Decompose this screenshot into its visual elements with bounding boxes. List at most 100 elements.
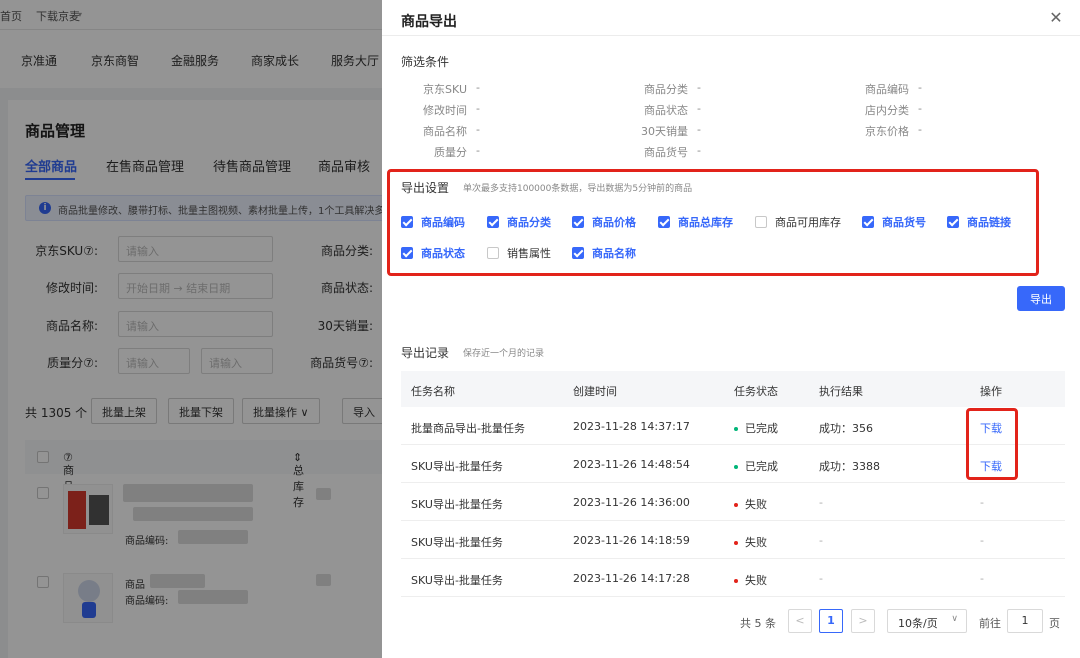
task-result: - [819, 572, 823, 585]
fc-value-sku: - [476, 81, 480, 94]
task-time: 2023-11-26 14:17:28 [573, 572, 690, 585]
checkbox[interactable] [401, 216, 413, 228]
option-label: 商品状态 [421, 247, 465, 260]
fc-value-price: - [918, 123, 922, 136]
task-result: 成功：3388 [819, 460, 880, 473]
option-label: 商品名称 [592, 247, 636, 260]
fc-value-code: - [918, 81, 922, 94]
col-created-time: 创建时间 [573, 385, 617, 398]
fc-label-quality: 质量分 [434, 146, 467, 159]
option-goods-no[interactable]: 商品货号 [862, 214, 926, 230]
task-status-text: 已完成 [745, 422, 778, 435]
highlight-download-links [966, 408, 1018, 480]
checkbox[interactable] [572, 247, 584, 259]
task-name: SKU导出-批量任务 [411, 460, 503, 473]
fc-value-category: - [697, 81, 701, 94]
task-status: 失败 [734, 534, 767, 550]
page-1-button[interactable]: 1 [819, 609, 843, 633]
task-time: 2023-11-26 14:36:00 [573, 496, 690, 509]
drawer-header: 商品导出 ✕ [382, 0, 1080, 36]
drawer-title: 商品导出 [401, 14, 457, 30]
option-available-stock[interactable]: 商品可用库存 [755, 214, 841, 230]
option-label: 商品可用库存 [775, 216, 841, 229]
checkbox[interactable] [947, 216, 959, 228]
fc-value-name: - [476, 123, 480, 136]
fc-value-mtime: - [476, 102, 480, 115]
records-table-header: 任务名称 创建时间 任务状态 执行结果 操作 [401, 371, 1065, 407]
task-status-text: 已完成 [745, 460, 778, 473]
option-product-link[interactable]: 商品链接 [947, 214, 1011, 230]
fc-value-status: - [697, 102, 701, 115]
task-action: - [980, 496, 984, 509]
option-product-code[interactable]: 商品编码 [401, 214, 465, 230]
task-status: 已完成 [734, 420, 778, 436]
option-product-name[interactable]: 商品名称 [572, 245, 636, 261]
modal-overlay[interactable] [0, 0, 382, 658]
table-row: SKU导出-批量任务 2023-11-26 14:17:28 失败 - - [401, 559, 1065, 597]
task-time: 2023-11-28 14:37:17 [573, 420, 690, 433]
col-result: 执行结果 [819, 385, 863, 398]
fc-value-sales: - [697, 123, 701, 136]
export-settings-title: 导出设置 [401, 181, 450, 195]
option-total-stock[interactable]: 商品总库存 [658, 214, 733, 230]
fc-label-category: 商品分类 [644, 83, 688, 96]
task-time: 2023-11-26 14:18:59 [573, 534, 690, 547]
fc-label-name: 商品名称 [423, 125, 467, 138]
status-dot-failed [734, 541, 738, 545]
task-result: 成功：356 [819, 422, 873, 435]
option-label: 商品价格 [592, 216, 636, 229]
close-icon[interactable]: ✕ [1046, 8, 1066, 28]
task-time: 2023-11-26 14:48:54 [573, 458, 690, 471]
status-dot-failed [734, 579, 738, 583]
col-task-name: 任务名称 [411, 385, 455, 398]
checkbox[interactable] [755, 216, 767, 228]
task-status-text: 失败 [745, 498, 767, 511]
task-status: 已完成 [734, 458, 778, 474]
checkbox[interactable] [487, 247, 499, 259]
option-label: 商品链接 [967, 216, 1011, 229]
export-settings-note: 单次最多支持100000条数据，导出数据为5分钟前的商品 [463, 184, 693, 194]
records-note: 保存近一个月的记录 [463, 349, 545, 359]
status-dot-success [734, 465, 738, 469]
fc-value-shop-category: - [918, 102, 922, 115]
fc-label-shop-category: 店内分类 [865, 104, 909, 117]
checkbox[interactable] [401, 247, 413, 259]
task-result: - [819, 496, 823, 509]
export-button[interactable]: 导出 [1017, 286, 1065, 311]
pagination-total: 共 5 条 [740, 617, 776, 630]
goto-label: 前往 [979, 617, 1001, 630]
fc-label-price: 京东价格 [865, 125, 909, 138]
checkbox[interactable] [487, 216, 499, 228]
option-product-status[interactable]: 商品状态 [401, 245, 465, 261]
task-name: SKU导出-批量任务 [411, 574, 503, 587]
fc-label-status: 商品状态 [644, 104, 688, 117]
col-action: 操作 [980, 385, 1002, 398]
fc-label-sku: 京东SKU [423, 83, 467, 96]
task-status: 失败 [734, 496, 767, 512]
checkbox[interactable] [862, 216, 874, 228]
fc-label-sales: 30天销量 [641, 125, 688, 138]
option-sales-attr[interactable]: 销售属性 [487, 245, 551, 261]
goto-page-input[interactable]: 1 [1007, 609, 1043, 633]
page-size-value: 10条/页 [898, 617, 938, 630]
next-page-button[interactable]: > [851, 609, 875, 633]
page-size-select[interactable]: 10条/页 ∨ [887, 609, 967, 633]
status-dot-failed [734, 503, 738, 507]
fc-value-goods-no: - [697, 144, 701, 157]
fc-label-mtime: 修改时间 [423, 104, 467, 117]
option-product-price[interactable]: 商品价格 [572, 214, 636, 230]
prev-page-button[interactable]: < [788, 609, 812, 633]
fc-label-code: 商品编码 [865, 83, 909, 96]
task-name: 批量商品导出-批量任务 [411, 422, 525, 435]
option-label: 销售属性 [507, 247, 551, 260]
col-task-status: 任务状态 [734, 385, 778, 398]
option-product-category[interactable]: 商品分类 [487, 214, 551, 230]
table-row: SKU导出-批量任务 2023-11-26 14:18:59 失败 - - [401, 521, 1065, 559]
chevron-down-icon: ∨ [951, 614, 958, 624]
checkbox[interactable] [658, 216, 670, 228]
task-name: SKU导出-批量任务 [411, 536, 503, 549]
export-drawer: 商品导出 ✕ 筛选条件 京东SKU - 商品分类 - 商品编码 - 修改时间 -… [382, 0, 1080, 658]
task-action: - [980, 572, 984, 585]
task-name: SKU导出-批量任务 [411, 498, 503, 511]
checkbox[interactable] [572, 216, 584, 228]
